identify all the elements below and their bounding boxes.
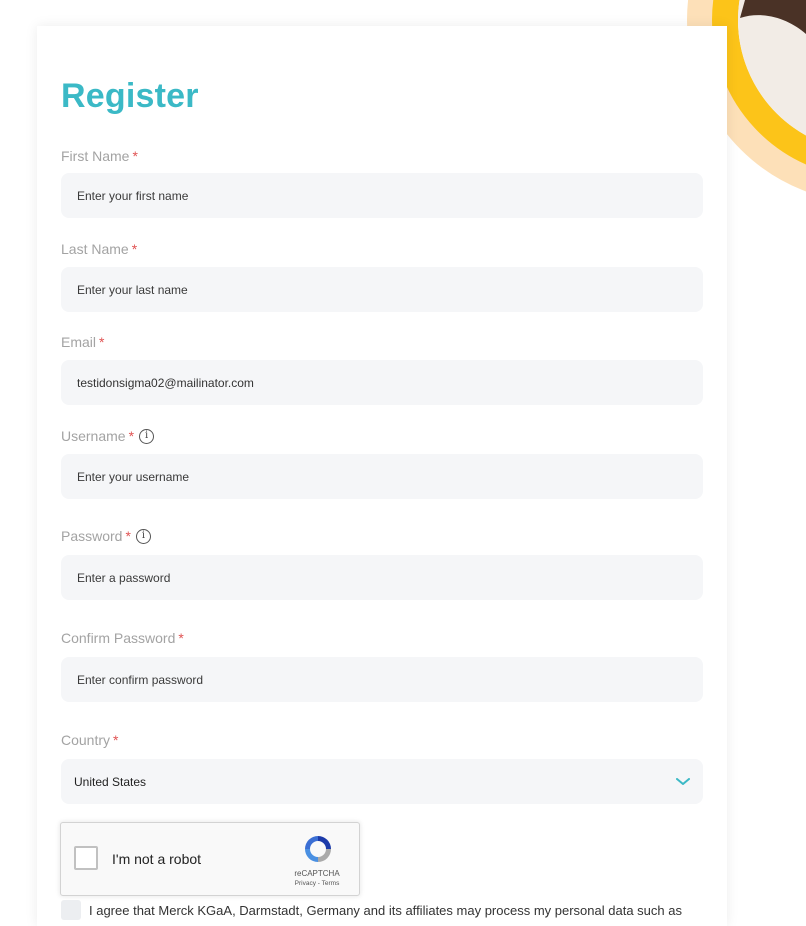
info-icon[interactable]: i (135, 528, 151, 544)
recaptcha-brand: reCAPTCHA (294, 869, 340, 878)
recaptcha-label: I'm not a robot (112, 851, 202, 867)
username-label: Username * i (61, 428, 155, 444)
password-input[interactable] (61, 555, 703, 600)
recaptcha-logo-icon (305, 836, 331, 862)
last-name-label: Last Name * (61, 241, 138, 257)
recaptcha-widget: I'm not a robot reCAPTCHA Privacy - Term… (60, 822, 360, 896)
consent-checkbox[interactable] (61, 900, 81, 920)
first-name-input[interactable] (61, 173, 703, 218)
recaptcha-privacy-terms-links[interactable]: Privacy - Terms (280, 880, 354, 887)
chevron-down-icon[interactable] (676, 777, 690, 786)
country-select[interactable]: United States (61, 759, 703, 804)
required-mark: * (99, 334, 105, 350)
required-mark: * (131, 241, 138, 257)
required-mark: * (113, 732, 119, 748)
username-input[interactable] (61, 454, 703, 499)
required-mark: * (178, 630, 184, 646)
email-input[interactable] (61, 360, 703, 405)
info-icon[interactable]: i (139, 428, 155, 444)
required-mark: * (132, 148, 138, 164)
last-name-input[interactable] (61, 267, 703, 312)
required-mark: * (125, 528, 131, 544)
country-selected-value: United States (74, 774, 147, 789)
confirm-password-input[interactable] (61, 657, 703, 702)
required-mark: * (128, 428, 135, 444)
page-title: Register (61, 77, 199, 115)
email-label: Email * (61, 334, 105, 350)
recaptcha-checkbox[interactable] (74, 846, 98, 870)
register-card: Register First Name* Last Name* Email* U… (37, 26, 727, 926)
consent-row: I agree that Merck KGaA, Darmstadt, Germ… (61, 900, 721, 922)
country-label: Country * (61, 732, 119, 748)
password-label: Password * i (61, 528, 151, 544)
consent-text: I agree that Merck KGaA, Darmstadt, Germ… (89, 903, 682, 918)
confirm-password-label: Confirm Password * (61, 630, 184, 646)
first-name-label: First Name * (61, 148, 138, 164)
